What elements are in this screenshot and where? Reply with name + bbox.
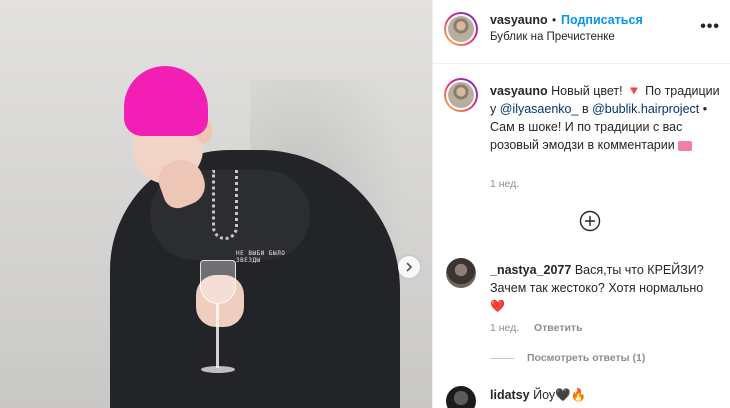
post-photo[interactable]: НЕ ВЫБИ БЫЛО ЗВЕЗДЫ: [0, 0, 432, 408]
red-triangle-emoji: 🔻: [626, 84, 642, 98]
black-heart-emoji: 🖤: [555, 388, 571, 402]
fire-emoji: 🔥: [570, 388, 587, 402]
follow-button[interactable]: Подписаться: [561, 13, 643, 27]
chevron-right-icon: [406, 262, 412, 272]
next-photo-button[interactable]: [398, 256, 420, 278]
wine-glass-base: [201, 366, 235, 373]
hoodie-print: НЕ ВЫБИ БЫЛО ЗВЕЗДЫ: [236, 250, 286, 264]
author-avatar[interactable]: [444, 12, 478, 46]
mention-ilyasaenko[interactable]: @ilyasaenko_: [500, 102, 579, 116]
more-options-icon[interactable]: •••: [700, 18, 720, 36]
view-replies-button[interactable]: Посмотреть ответы (1): [527, 352, 645, 364]
plus-circle-icon: [579, 210, 601, 232]
mention-bublik-hairproject[interactable]: @bublik.hairproject: [592, 102, 699, 116]
commenter-2-avatar[interactable]: [446, 386, 476, 408]
separator-dot: •: [552, 13, 557, 27]
pink-heart-emoji: [678, 140, 693, 151]
comment-2-text: Йоу: [533, 388, 556, 402]
comment-2: lidatsy Йоу🖤🔥: [490, 386, 586, 404]
comment-1-username[interactable]: _nastya_2077: [490, 263, 571, 277]
wine-glass-stem: [216, 304, 219, 368]
reply-button[interactable]: Ответить: [534, 322, 583, 334]
red-heart-emoji: ❤️: [490, 299, 505, 313]
comment-1: _nastya_2077 Вася,ты что КРЕЙЗИ? Зачем т…: [490, 261, 720, 315]
caption-text-3: в: [581, 102, 589, 116]
comment-2-username[interactable]: lidatsy: [490, 388, 530, 402]
post-side-panel: vasyauno • Подписаться Бублик на Пречист…: [432, 0, 730, 408]
caption-text-1: Новый цвет!: [551, 84, 623, 98]
comment-1-age: 1 нед.: [490, 322, 520, 334]
post-caption: vasyauno Новый цвет! 🔻 По традиции у @il…: [490, 82, 720, 154]
author-username[interactable]: vasyauno: [490, 13, 548, 27]
replies-divider: [490, 358, 514, 359]
wine-glass-bowl: [200, 260, 236, 304]
caption-age: 1 нед.: [490, 178, 520, 190]
caption-author-avatar[interactable]: [444, 78, 478, 112]
caption-username[interactable]: vasyauno: [490, 84, 548, 98]
load-more-comments-button[interactable]: [579, 210, 601, 232]
post-location[interactable]: Бублик на Пречистенке: [490, 31, 615, 43]
necklace-chain: [212, 170, 238, 240]
post-header: vasyauno • Подписаться Бублик на Пречист…: [433, 0, 730, 64]
commenter-avatar[interactable]: [446, 258, 476, 288]
